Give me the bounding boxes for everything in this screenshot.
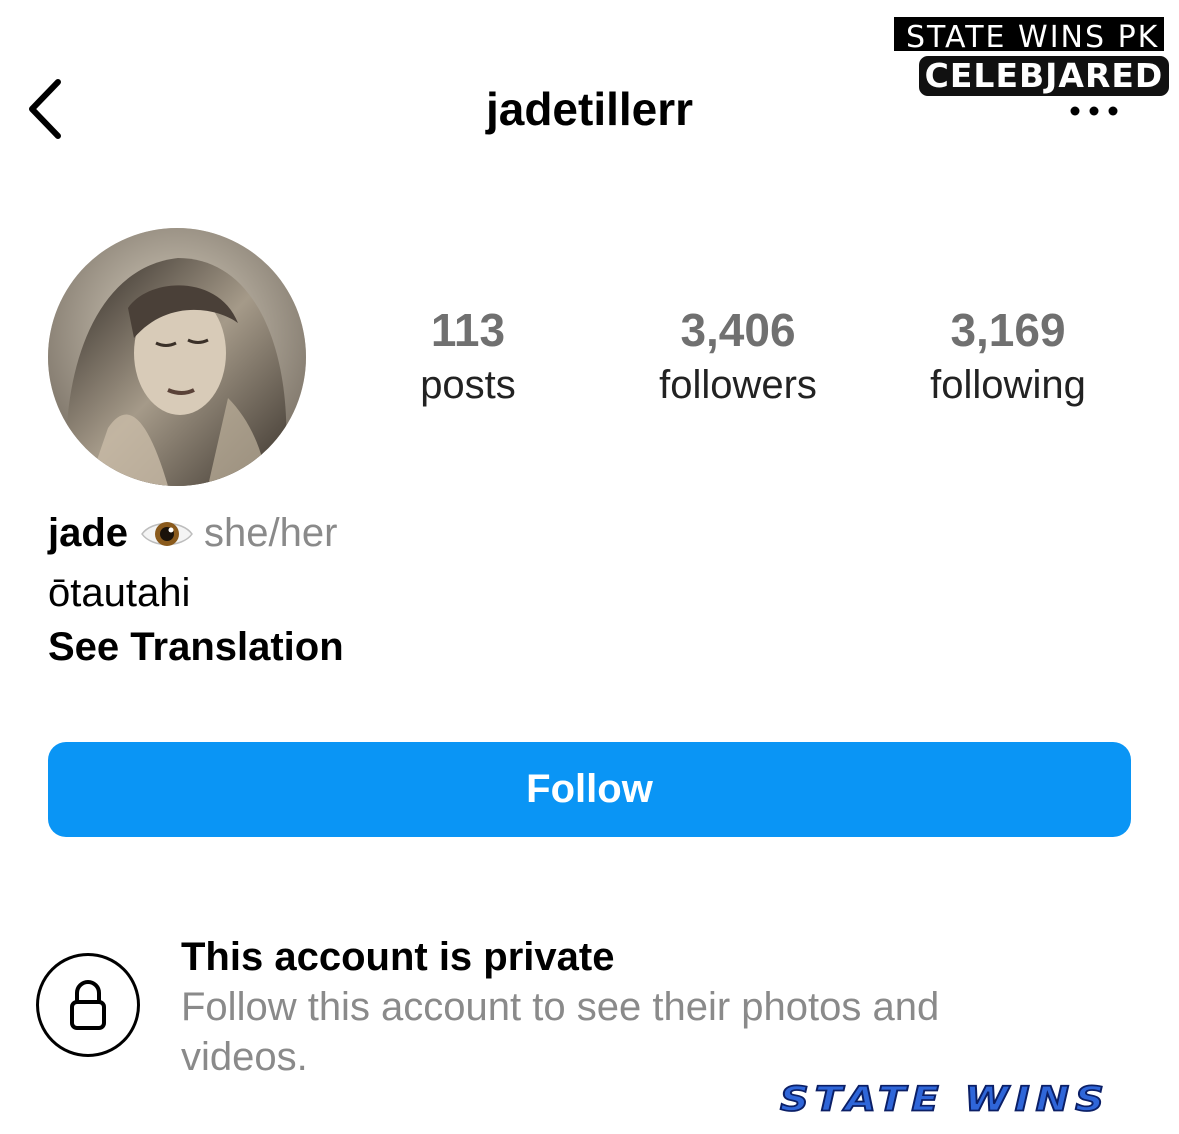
following-label: following [930,363,1086,407]
lock-icon [36,953,140,1057]
watermark-line-2: CELEBJARED [916,53,1172,99]
pronouns: she/her [204,511,338,555]
avatar-photo [48,228,306,486]
following-count: 3,169 [950,304,1066,356]
posts-label: posts [420,363,516,407]
followers-label: followers [659,363,817,407]
more-icon [1070,106,1118,116]
eye-icon [140,514,194,550]
watermark-line-1: STATE WINS PK [894,17,1164,51]
bio-location: ōtautahi [48,571,191,615]
posts-count: 113 [430,304,506,356]
profile-avatar[interactable] [48,228,306,486]
watermark-bottom: STATE WINS [779,1079,1110,1120]
follow-button[interactable]: Follow [48,742,1131,837]
more-options-button[interactable] [1066,98,1122,124]
bio-name-line: jade she/her [48,508,337,558]
stat-posts[interactable]: 113 posts [338,300,598,410]
private-account-title: This account is private [181,935,615,979]
private-account-text: Follow this account to see their photos … [181,985,940,1079]
stat-followers[interactable]: 3,406 followers [608,300,868,410]
see-translation-link[interactable]: See Translation [48,622,344,672]
stat-following[interactable]: 3,169 following [878,300,1138,410]
display-name: jade [48,511,129,555]
watermark-top: STATE WINS PK CELEBJARED [894,17,1175,99]
followers-count: 3,406 [680,304,796,356]
